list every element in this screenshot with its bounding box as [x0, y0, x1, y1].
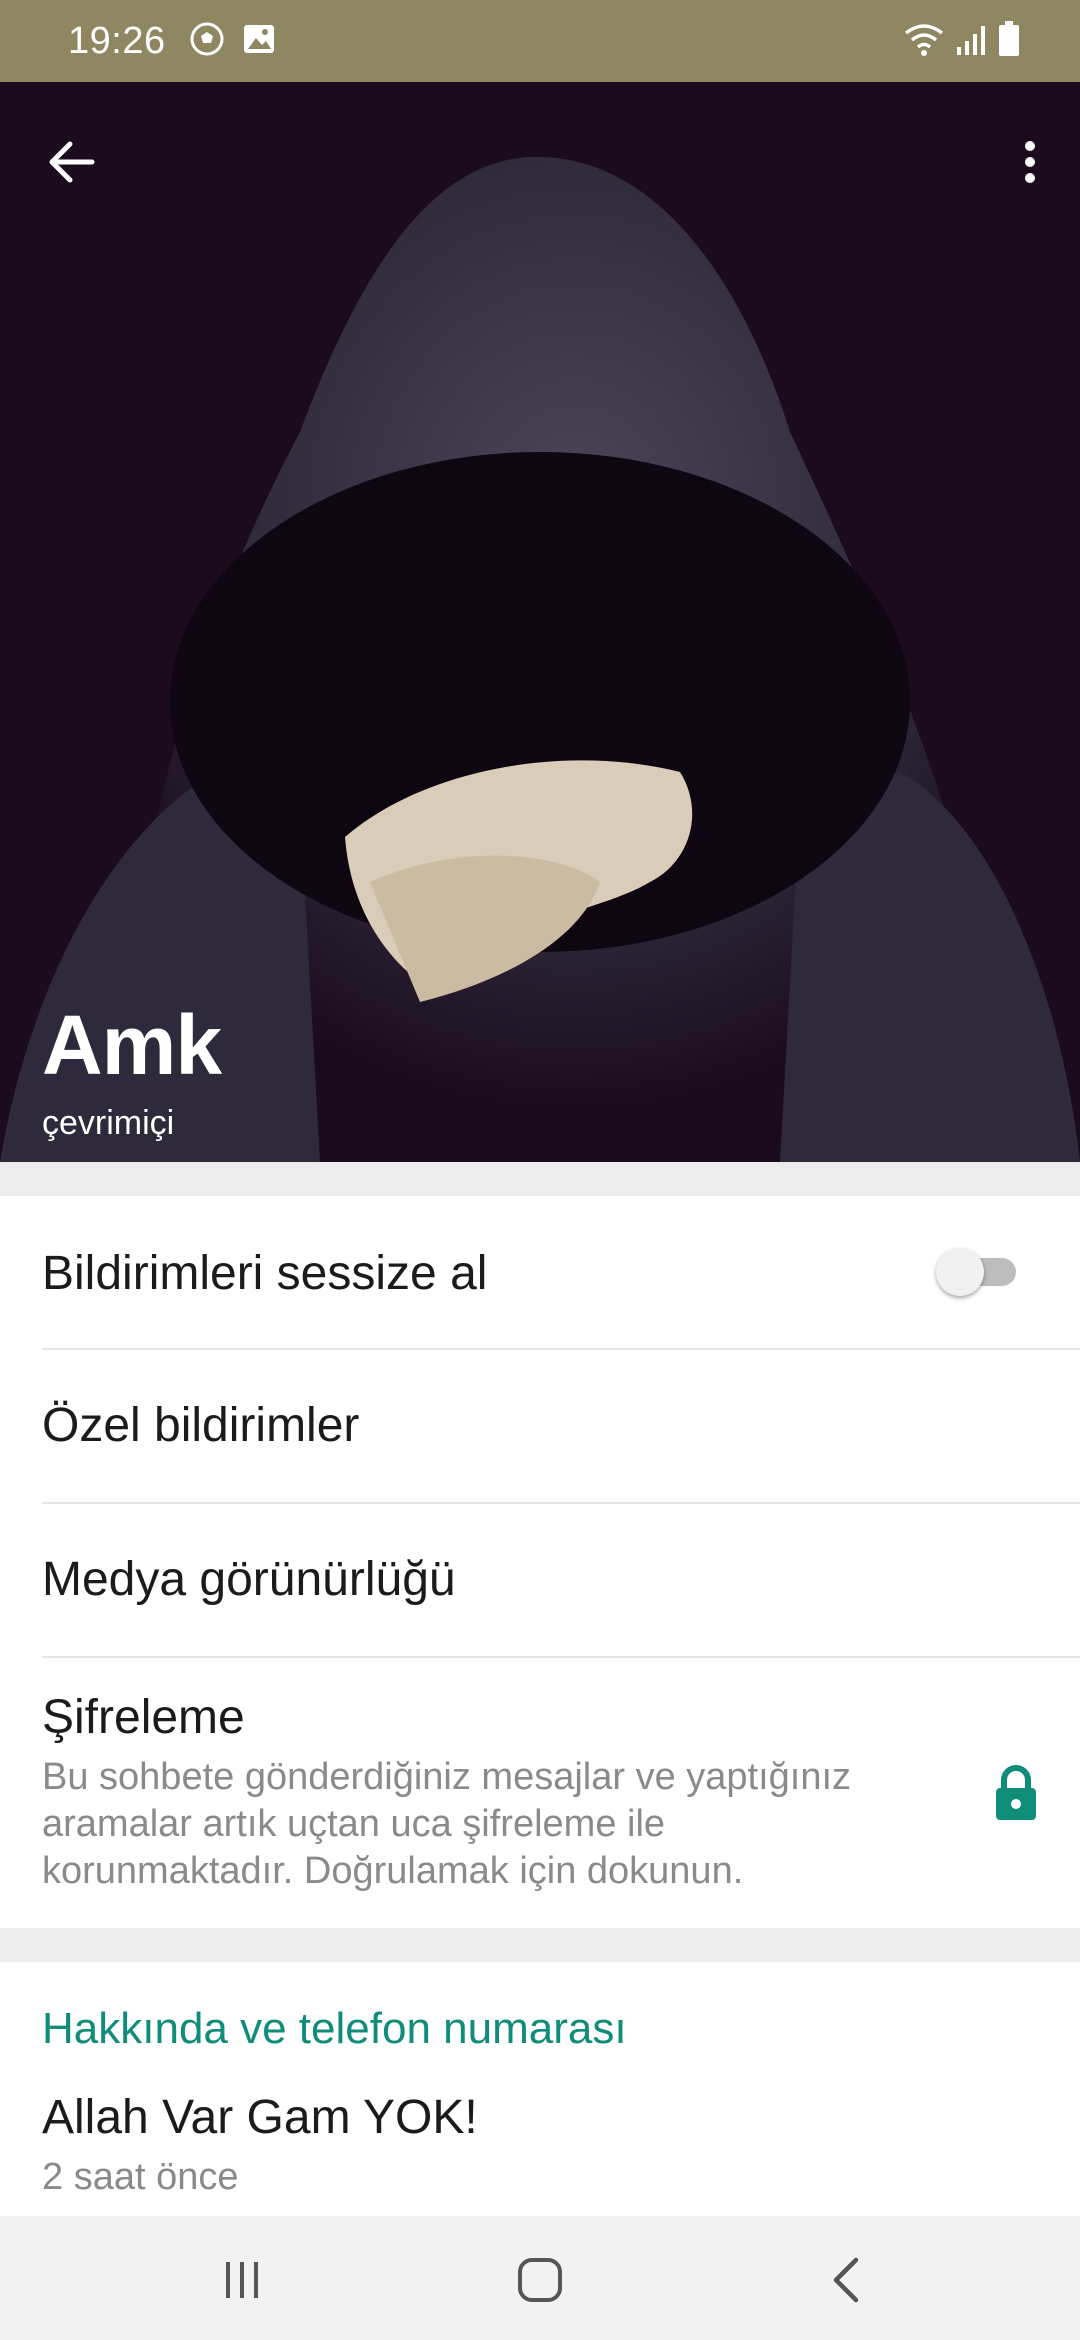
status-time: 19:26 — [68, 19, 166, 62]
presence-status: çevrimiçi — [42, 1104, 175, 1142]
lock-icon — [992, 1762, 1040, 1822]
mute-notifications-label: Bildirimleri sessize al — [42, 1247, 488, 1300]
media-visibility-row[interactable]: Medya görünürlüğü — [0, 1504, 1080, 1656]
battery-icon — [998, 20, 1020, 62]
status-bar: 19:26 — [0, 0, 1080, 82]
mute-toggle[interactable] — [936, 1248, 1020, 1296]
recent-apps-icon[interactable] — [212, 2250, 272, 2310]
contact-name: Amk — [42, 998, 222, 1092]
wifi-icon — [904, 23, 944, 62]
toggle-thumb — [936, 1248, 984, 1296]
encryption-description: Bu sohbete gönderdiğiniz mesajlar ve yap… — [42, 1756, 852, 1892]
home-icon[interactable] — [510, 2250, 570, 2310]
chat-settings-card: Bildirimleri sessize al Özel bildirimler… — [0, 1196, 1080, 1928]
image-icon — [242, 22, 276, 61]
soccer-ball-icon — [190, 22, 224, 61]
encryption-title: Şifreleme — [42, 1691, 245, 1744]
more-options-icon[interactable] — [1010, 132, 1050, 192]
mute-notifications-row[interactable]: Bildirimleri sessize al — [0, 1196, 1080, 1348]
about-status-text[interactable]: Allah Var Gam YOK! — [42, 2090, 478, 2145]
back-icon[interactable] — [818, 2250, 878, 2310]
system-nav-bar — [0, 2216, 1080, 2340]
custom-notifications-row[interactable]: Özel bildirimler — [0, 1350, 1080, 1502]
about-status-time: 2 saat önce — [42, 2156, 239, 2198]
signal-icon — [954, 23, 988, 62]
back-arrow-icon[interactable] — [44, 132, 104, 192]
profile-header: Amk çevrimiçi — [0, 82, 1080, 1162]
about-section-title: Hakkında ve telefon numarası — [42, 2004, 627, 2053]
about-card: Hakkında ve telefon numarası Allah Var G… — [0, 1962, 1080, 2216]
media-visibility-label: Medya görünürlüğü — [42, 1553, 456, 1606]
custom-notifications-label: Özel bildirimler — [42, 1399, 360, 1452]
